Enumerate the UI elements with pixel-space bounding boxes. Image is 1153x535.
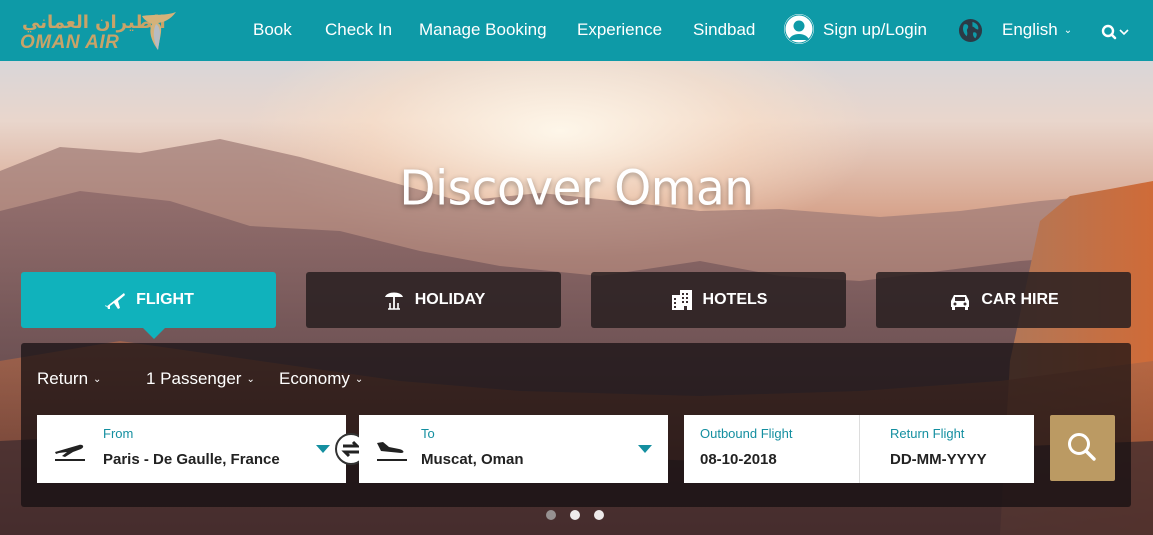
date-fields: Outbound Flight 08-10-2018 Return Flight… [684, 415, 1034, 483]
nav-book[interactable]: Book [253, 20, 292, 40]
nav-check-in[interactable]: Check In [325, 20, 392, 40]
search-icon [1068, 433, 1096, 461]
from-field[interactable]: From Paris - De Gaulle, France [37, 415, 346, 483]
search-icon [1101, 24, 1129, 40]
outbound-label: Outbound Flight [700, 426, 793, 441]
hero-banner: Discover Oman FLIGHT HOLIDAY HOTELS CAR … [0, 61, 1153, 535]
return-date-field[interactable]: Return Flight DD-MM-YYYY [860, 415, 1034, 483]
search-toggle[interactable] [1101, 22, 1133, 42]
tab-label: FLIGHT [136, 291, 194, 308]
globe-icon[interactable] [958, 18, 983, 43]
from-label: From [103, 426, 134, 441]
tab-label: HOLIDAY [414, 291, 486, 308]
active-tab-pointer [142, 327, 166, 339]
tab-hotels[interactable]: HOTELS [591, 272, 846, 328]
carousel-dot[interactable] [594, 510, 604, 520]
user-icon[interactable] [784, 14, 814, 44]
car-icon [951, 295, 970, 310]
flight-booking-panel: Return ⌄ 1 Passenger ⌄ Economy ⌄ From Paris… [21, 343, 1131, 507]
trip-type-label: Return [37, 369, 89, 388]
nav-experience[interactable]: Experience [577, 20, 662, 40]
cabin-class-select[interactable]: Economy ⌄ [279, 369, 363, 389]
outbound-date-field[interactable]: Outbound Flight 08-10-2018 [684, 415, 859, 483]
language-label: English [1002, 20, 1058, 39]
carousel-dot[interactable] [570, 510, 580, 520]
tab-flight[interactable]: FLIGHT [21, 272, 276, 328]
chevron-down-icon: ⌄ [93, 374, 102, 385]
arrival-plane-icon [377, 442, 407, 461]
cabin-class-label: Economy [279, 369, 350, 388]
nav-sindbad[interactable]: Sindbad [693, 20, 755, 40]
to-dropdown-caret-icon[interactable] [638, 445, 652, 453]
beach-umbrella-icon [384, 292, 403, 310]
hero-title: Discover Oman [399, 160, 754, 217]
search-flights-button[interactable] [1050, 415, 1115, 481]
building-icon [671, 290, 692, 310]
chevron-down-icon: ⌄ [246, 374, 255, 385]
return-label: Return Flight [890, 426, 965, 441]
nav-sign-up-login[interactable]: Sign up/Login [823, 20, 927, 40]
carousel-dots [546, 510, 604, 520]
carousel-dot[interactable] [546, 510, 556, 520]
departure-plane-icon [55, 444, 85, 461]
return-value: DD-MM-YYYY [890, 451, 987, 468]
plane-icon [105, 293, 126, 309]
tab-label: CAR HIRE [981, 291, 1059, 308]
outbound-value: 08-10-2018 [700, 451, 777, 468]
to-value: Muscat, Oman [421, 451, 524, 468]
passenger-label: 1 Passenger [146, 369, 242, 388]
to-label: To [421, 426, 435, 441]
from-dropdown-caret-icon[interactable] [316, 445, 330, 453]
trip-type-select[interactable]: Return ⌄ [37, 369, 101, 389]
main-nav: Book Check In Manage Booking Experience … [0, 0, 1153, 61]
nav-manage-booking[interactable]: Manage Booking [419, 20, 547, 40]
tab-holiday[interactable]: HOLIDAY [306, 272, 561, 328]
to-field[interactable]: To Muscat, Oman [359, 415, 668, 483]
tab-car-hire[interactable]: CAR HIRE [876, 272, 1131, 328]
passenger-select[interactable]: 1 Passenger ⌄ [146, 369, 255, 389]
language-selector[interactable]: English ⌄ [1002, 20, 1072, 40]
tab-label: HOTELS [702, 291, 768, 308]
from-value: Paris - De Gaulle, France [103, 451, 280, 468]
site-header: الطيران العماني OMAN AIR Book Check In M… [0, 0, 1153, 61]
chevron-down-icon: ⌄ [1063, 25, 1073, 36]
chevron-down-icon: ⌄ [354, 374, 364, 385]
